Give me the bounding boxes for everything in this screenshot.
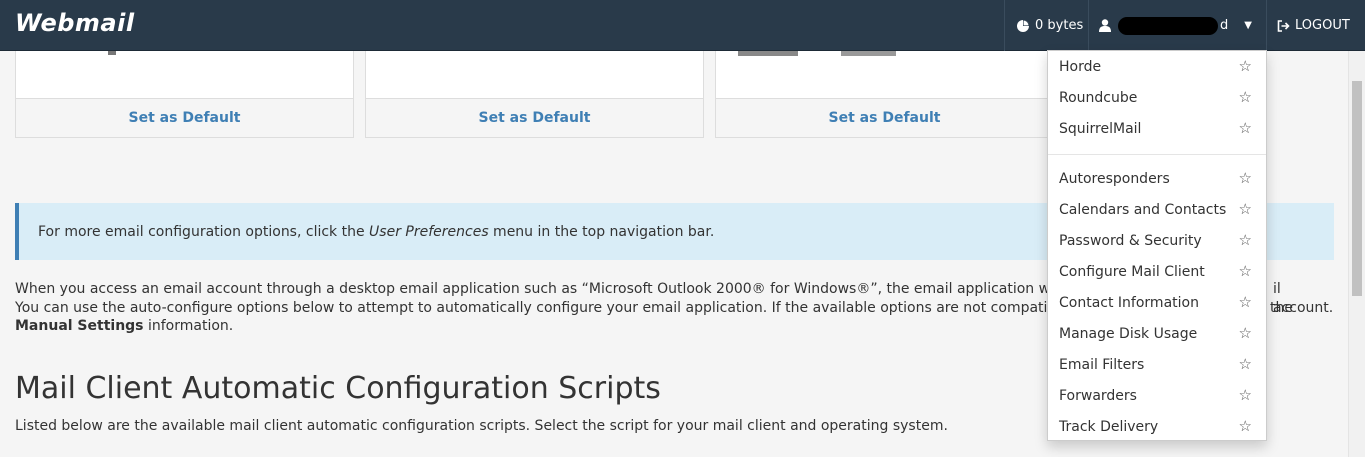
menu-item-label: Contact Information	[1059, 294, 1199, 311]
card-image-fragment	[841, 51, 896, 56]
user-preferences-menu[interactable]: d ▼	[1088, 0, 1266, 51]
logout-label: LOGOUT	[1295, 18, 1350, 33]
caret-down-icon: ▼	[1244, 20, 1252, 31]
star-outline-icon[interactable]: ☆	[1239, 88, 1252, 106]
menu-item-contact-information[interactable]: Contact Information ☆	[1048, 287, 1266, 318]
star-outline-icon[interactable]: ☆	[1239, 355, 1252, 373]
menu-item-manage-disk-usage[interactable]: Manage Disk Usage ☆	[1048, 318, 1266, 349]
menu-divider	[1048, 154, 1266, 155]
disk-usage-label: 0 bytes	[1035, 18, 1084, 33]
set-as-default-button[interactable]: Set as Default	[16, 98, 353, 137]
menu-item-label: Forwarders	[1059, 387, 1137, 404]
logout-button[interactable]: LOGOUT	[1266, 0, 1365, 51]
menu-item-track-delivery[interactable]: Track Delivery ☆	[1048, 411, 1266, 442]
star-outline-icon[interactable]: ☆	[1239, 386, 1252, 404]
menu-item-label: Configure Mail Client	[1059, 263, 1205, 280]
scrollbar-thumb[interactable]	[1352, 81, 1362, 296]
card-image-fragment	[108, 51, 116, 55]
star-outline-icon[interactable]: ☆	[1239, 169, 1252, 187]
menu-item-squirrelmail[interactable]: SquirrelMail ☆	[1048, 113, 1266, 144]
manual-settings-label: Manual Settings	[15, 318, 144, 334]
star-outline-icon[interactable]: ☆	[1239, 293, 1252, 311]
menu-item-horde[interactable]: Horde ☆	[1048, 51, 1266, 82]
menu-item-label: Roundcube	[1059, 89, 1138, 106]
callout-text-suffix: menu in the top navigation bar.	[488, 223, 715, 240]
intro-line3: information.	[143, 318, 234, 334]
callout-text-prefix: For more email configuration options, cl…	[38, 223, 370, 240]
user-preferences-dropdown: Horde ☆ Roundcube ☆ SquirrelMail ☆ Autor…	[1047, 50, 1267, 441]
callout-emphasis: User Preferences	[369, 223, 489, 240]
menu-item-forwarders[interactable]: Forwarders ☆	[1048, 380, 1266, 411]
star-outline-icon[interactable]: ☆	[1239, 417, 1252, 435]
menu-item-label: Email Filters	[1059, 356, 1145, 373]
menu-item-password-security[interactable]: Password & Security ☆	[1048, 225, 1266, 256]
user-icon	[1099, 19, 1111, 32]
star-outline-icon[interactable]: ☆	[1239, 200, 1252, 218]
star-outline-icon[interactable]: ☆	[1239, 324, 1252, 342]
menu-item-label: Manage Disk Usage	[1059, 325, 1198, 342]
section-subtitle: Listed below are the available mail clie…	[15, 418, 948, 434]
menu-item-label: Calendars and Contacts	[1059, 201, 1227, 218]
intro-line1: When you access an email account through…	[15, 281, 1146, 297]
webmail-app-card: Set as Default	[715, 51, 1054, 138]
menu-item-label: SquirrelMail	[1059, 120, 1142, 137]
sign-out-icon	[1277, 19, 1290, 32]
star-outline-icon[interactable]: ☆	[1239, 262, 1252, 280]
pie-chart-icon	[1017, 19, 1029, 32]
menu-item-roundcube[interactable]: Roundcube ☆	[1048, 82, 1266, 113]
page-scrollbar[interactable]	[1348, 51, 1365, 457]
webmail-app-card: Set as Default	[15, 51, 354, 138]
section-title: Mail Client Automatic Configuration Scri…	[15, 371, 661, 406]
star-outline-icon[interactable]: ☆	[1239, 231, 1252, 249]
set-as-default-button[interactable]: Set as Default	[366, 98, 703, 137]
redacted-username	[1118, 16, 1218, 35]
menu-item-autoresponders[interactable]: Autoresponders ☆	[1048, 163, 1266, 194]
star-outline-icon[interactable]: ☆	[1239, 57, 1252, 75]
intro-line2-end: the	[1270, 299, 1293, 316]
username-suffix: d	[1220, 18, 1229, 33]
menu-item-label: Horde	[1059, 58, 1102, 75]
menu-item-email-filters[interactable]: Email Filters ☆	[1048, 349, 1266, 380]
menu-item-label: Password & Security	[1059, 232, 1202, 249]
menu-item-calendars-contacts[interactable]: Calendars and Contacts ☆	[1048, 194, 1266, 225]
set-as-default-button[interactable]: Set as Default	[716, 98, 1053, 137]
disk-usage-button[interactable]: 0 bytes	[1004, 0, 1088, 51]
menu-item-label: Track Delivery	[1059, 418, 1159, 435]
star-outline-icon[interactable]: ☆	[1239, 119, 1252, 137]
webmail-logo[interactable]: Webmail	[15, 9, 135, 37]
menu-item-label: Autoresponders	[1059, 170, 1170, 187]
menu-item-configure-mail-client[interactable]: Configure Mail Client ☆	[1048, 256, 1266, 287]
webmail-app-card: Set as Default	[365, 51, 704, 138]
card-image-fragment	[738, 51, 798, 56]
top-navbar: Webmail 0 bytes d ▼ LOGOUT	[0, 0, 1365, 51]
intro-line2: You can use the auto-configure options b…	[15, 299, 1134, 316]
